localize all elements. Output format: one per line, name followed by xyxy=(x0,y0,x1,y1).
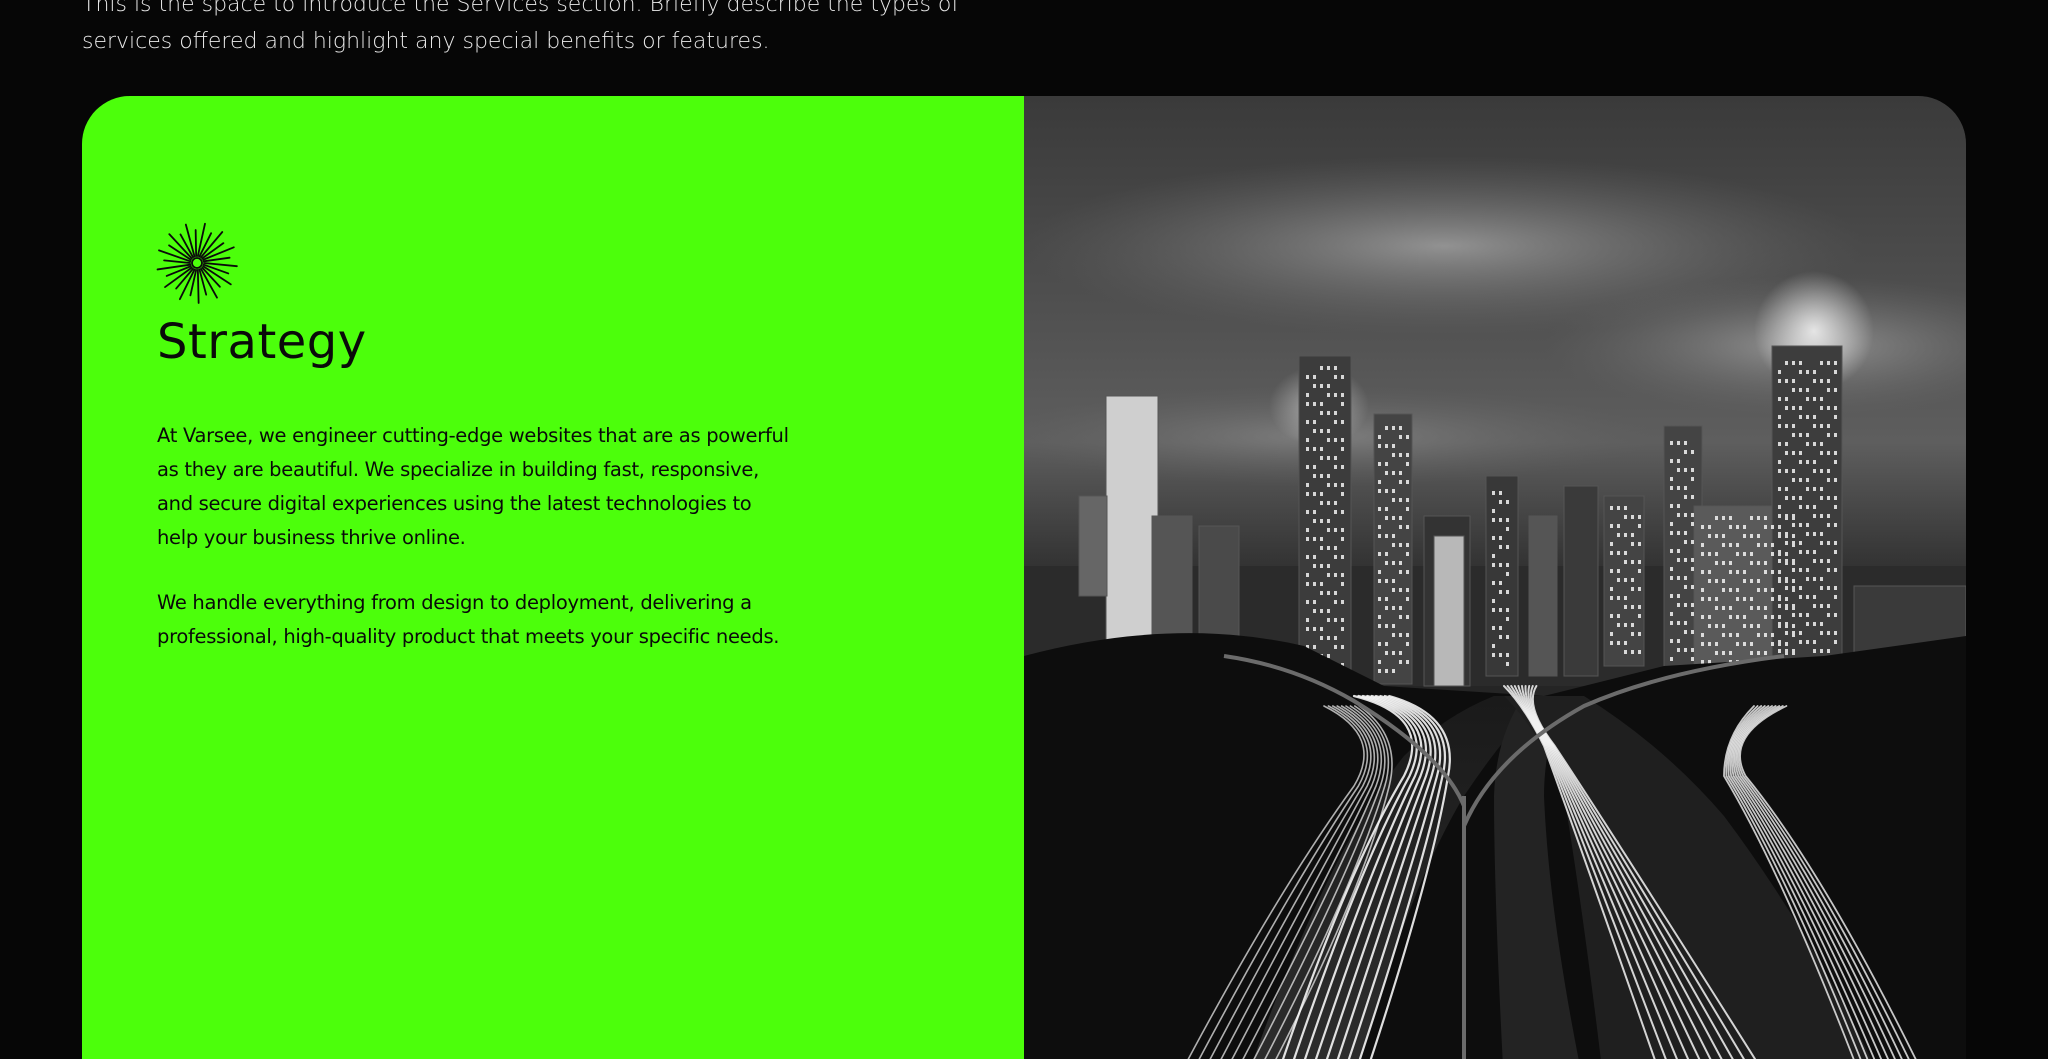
service-description-1: At Varsee, we engineer cutting-edge webs… xyxy=(157,424,789,549)
skyline-photo-illustration xyxy=(1024,96,1966,1059)
intro-line-2: services offered and highlight any speci… xyxy=(82,29,770,54)
intro-line-1: This is the space to introduce the Servi… xyxy=(82,0,960,17)
service-title: Strategy xyxy=(157,314,367,370)
services-intro-text: This is the space to introduce the Servi… xyxy=(82,0,962,60)
service-text-panel: Strategy At Varsee, we engineer cutting-… xyxy=(82,96,1024,1059)
service-card: Strategy At Varsee, we engineer cutting-… xyxy=(82,96,1966,1059)
starburst-icon xyxy=(156,222,238,304)
city-skyline-image xyxy=(1024,96,1966,1059)
service-description-2: We handle everything from design to depl… xyxy=(157,591,780,648)
